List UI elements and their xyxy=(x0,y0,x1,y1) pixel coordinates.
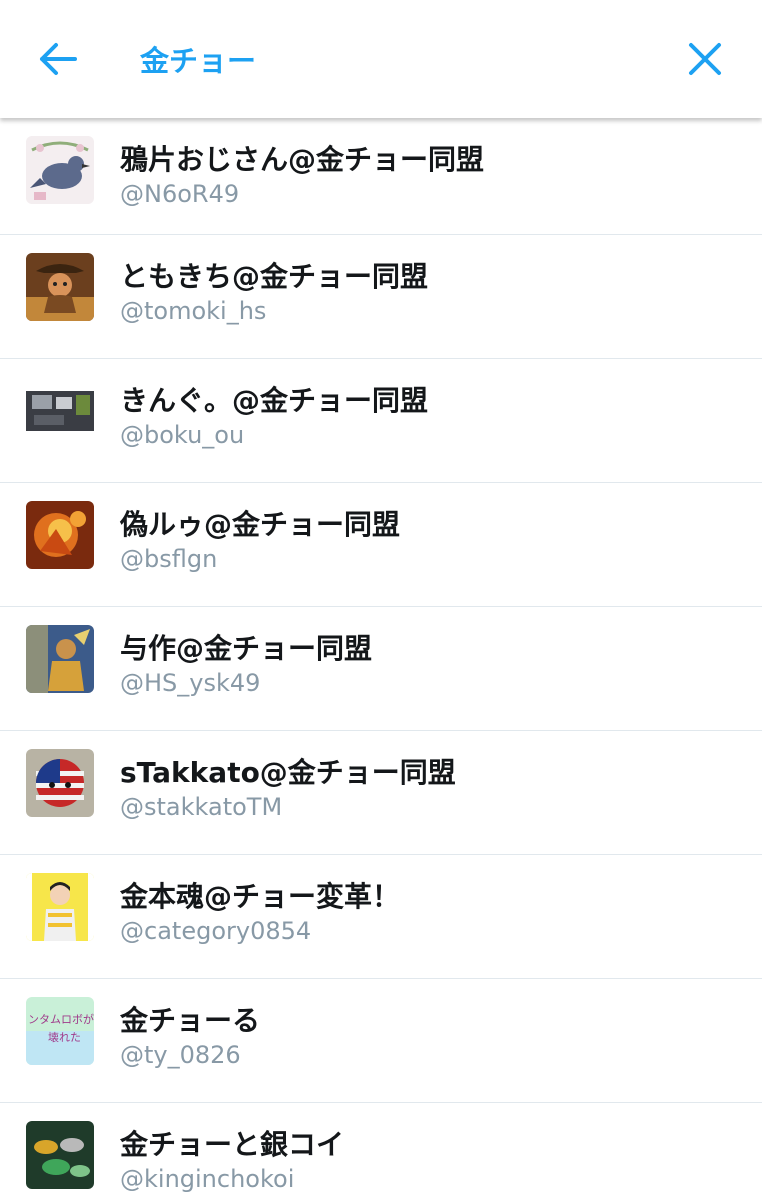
user-row[interactable]: 与作@金チョー同盟 @HS_ysk49 xyxy=(0,607,762,731)
user-handle: @ty_0826 xyxy=(120,1041,241,1069)
user-row[interactable]: 偽ルゥ@金チョー同盟 @bsflgn xyxy=(0,483,762,607)
user-display-name: 与作@金チョー同盟 xyxy=(120,632,373,665)
user-row[interactable]: ンタムロボが 壊れた 金チョーる @ty_0826 xyxy=(0,979,762,1103)
user-row[interactable]: 金本魂@チョー変革！ @category0854 xyxy=(0,855,762,979)
user-handle: @N6oR49 xyxy=(120,180,240,208)
fish-avatar xyxy=(26,1121,94,1189)
user-row[interactable]: sTakkato@金チョー同盟 @stakkatoTM xyxy=(0,731,762,855)
user-display-name: 偽ルゥ@金チョー同盟 xyxy=(120,508,401,541)
idol-avatar xyxy=(26,873,94,941)
user-row[interactable]: きんぐ。@金チョー同盟 @boku_ou xyxy=(0,359,762,483)
warrior-avatar xyxy=(26,625,94,693)
user-results-list: 鴉片おじさん@金チョー同盟 @N6oR49 ともきち@金チョー同盟 @tomok… xyxy=(0,118,762,1200)
bird-avatar xyxy=(26,136,94,204)
flag-ball-avatar xyxy=(26,749,94,817)
fire-creature-avatar xyxy=(26,501,94,569)
user-handle: @kinginchokoi xyxy=(120,1165,295,1193)
arrow-left-icon xyxy=(40,43,77,75)
robot-text-avatar: ンタムロボが 壊れた xyxy=(26,997,94,1065)
search-query[interactable]: 金チョー xyxy=(140,36,256,82)
back-button[interactable] xyxy=(30,34,86,84)
svg-text:ンタムロボが: ンタムロボが xyxy=(28,1012,94,1026)
user-row[interactable]: ともきち@金チョー同盟 @tomoki_hs xyxy=(0,235,762,359)
svg-text:壊れた: 壊れた xyxy=(48,1031,81,1044)
user-handle: @stakkatoTM xyxy=(120,793,283,821)
user-display-name: 金チョーる xyxy=(120,1004,261,1037)
user-handle: @tomoki_hs xyxy=(120,297,267,325)
screenshot-avatar xyxy=(26,377,94,445)
user-handle: @HS_ysk49 xyxy=(120,669,261,697)
user-display-name: ともきち@金チョー同盟 xyxy=(120,260,429,293)
close-icon xyxy=(689,43,721,75)
user-row[interactable]: 金チョーと銀コイ @kinginchokoi xyxy=(0,1103,762,1200)
user-handle: @boku_ou xyxy=(120,421,245,449)
user-handle: @bsflgn xyxy=(120,545,218,573)
user-display-name: 金本魂@チョー変革！ xyxy=(120,880,401,913)
close-button[interactable] xyxy=(678,32,732,86)
user-display-name: sTakkato@金チョー同盟 xyxy=(120,756,456,789)
user-display-name: きんぐ。@金チョー同盟 xyxy=(120,384,429,417)
user-row[interactable]: 鴉片おじさん@金チョー同盟 @N6oR49 xyxy=(0,118,762,235)
user-display-name: 鴉片おじさん@金チョー同盟 xyxy=(120,143,485,176)
cowboy-avatar xyxy=(26,253,94,321)
search-header: 金チョー xyxy=(0,0,762,118)
user-display-name: 金チョーと銀コイ xyxy=(120,1128,345,1161)
user-handle: @category0854 xyxy=(120,917,312,945)
